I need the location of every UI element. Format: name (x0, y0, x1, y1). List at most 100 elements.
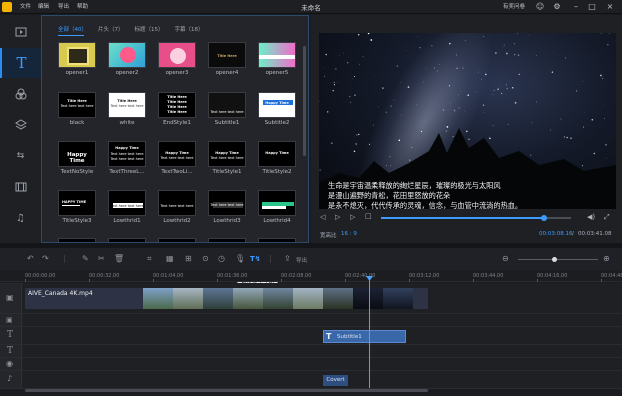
time-ruler[interactable]: 00:00:00.00 00:00:32.00 00:01:04.00 00:01:3… (0, 270, 622, 282)
sidebar-item-text[interactable]: T (0, 48, 41, 78)
sidebar-item-filters[interactable] (0, 79, 41, 109)
zoom-out-icon[interactable]: ⊖ (502, 254, 509, 263)
template-label: Subtitle2 (264, 120, 290, 126)
minimize-icon[interactable]: – (571, 1, 581, 12)
template-thumbnail: Text here text here (108, 190, 146, 216)
clip-frame (323, 288, 353, 309)
template-item-partial[interactable] (258, 238, 296, 242)
tab-openers[interactable]: 片头（7） (98, 25, 124, 33)
library-tabs: 全部（40） 片头（7） 标题（15） 字幕（18） (58, 25, 204, 36)
undo-icon[interactable]: ↶ (27, 254, 34, 263)
template-label: TitleStyle2 (262, 169, 292, 175)
account-icon[interactable]: ☺ (535, 1, 545, 12)
sidebar-item-music[interactable]: ♫ (0, 203, 41, 233)
filter-circles-icon (15, 88, 26, 100)
pip-track-icon: ▣ (6, 316, 13, 324)
template-item-partial[interactable] (58, 238, 96, 242)
library-scrollbar[interactable] (303, 46, 306, 156)
toolbar-separator-2: | (269, 254, 272, 263)
template-item-partial[interactable] (208, 238, 246, 242)
template-item[interactable]: Happy Time Text here text here TextTwoLi..… (158, 141, 196, 175)
text-track-icon: T (7, 330, 14, 340)
template-item[interactable]: Text here text here Lowthrid1 (108, 190, 146, 224)
template-item[interactable]: Happy Time Text here text here TitleStyle1 (208, 141, 246, 175)
template-item[interactable]: opener2 (108, 42, 146, 76)
zoom-slider[interactable] (518, 257, 598, 262)
sidebar-item-transitions[interactable]: ⇆ (0, 141, 41, 171)
template-item[interactable]: opener1 (58, 42, 96, 76)
template-item[interactable]: Text here text here Lowthrid3 (208, 190, 246, 224)
settings-icon[interactable]: ⚙ (552, 1, 562, 12)
clip-frame (233, 288, 263, 309)
template-item[interactable]: Title Here opener4 (208, 42, 246, 76)
split-scissors-icon[interactable]: ✂ (98, 254, 105, 263)
sidebar-item-elements[interactable] (0, 172, 41, 202)
crop-icon[interactable]: ⌗ (147, 254, 152, 264)
close-icon[interactable]: × (605, 1, 615, 12)
timeline-scrollbar[interactable] (25, 389, 428, 392)
edit-pencil-icon[interactable]: ✎ (82, 254, 89, 263)
ruler-tick (89, 279, 90, 282)
freeze-frame-icon[interactable]: ⊞ (185, 254, 192, 263)
transition-arrows-icon: ⇆ (16, 151, 25, 161)
subtitle-overlay: 生命是宇宙温柔释放的绚烂星辰，璀璨的极光与太阳风 是漫山遍野的青松，花田里怒放的… (328, 181, 522, 209)
template-item[interactable]: Happy Time TitleStyle2 (258, 141, 296, 175)
playhead-line[interactable] (369, 276, 370, 388)
template-item[interactable]: Text here text here Subtitle1 (208, 92, 246, 126)
tab-subtitles[interactable]: 字幕（18） (175, 25, 204, 33)
duration-clock-icon[interactable]: ◷ (218, 254, 225, 263)
film-icon (15, 182, 26, 192)
maximize-icon[interactable]: □ (587, 1, 597, 12)
template-item[interactable]: Happy Time TextNoStyle (58, 141, 96, 175)
template-item[interactable]: Lowthrid4 (258, 190, 296, 224)
template-thumbnail: Happy Time (58, 141, 96, 167)
mosaic-icon[interactable]: ▦ (166, 254, 174, 263)
tab-titles[interactable]: 标题（15） (135, 25, 164, 33)
survey-link[interactable]: 有奖问卷 (503, 2, 525, 10)
text-library-panel: 全部（40） 片头（7） 标题（15） 字幕（18） opener1 opener… (41, 15, 309, 243)
delete-icon[interactable]: 🗑 (114, 254, 124, 263)
microphone-icon[interactable]: 🎙 (235, 254, 245, 263)
template-item[interactable]: HAPPY TIME TitleStyle3 (58, 190, 96, 224)
video-clip[interactable]: AIVE_Canada 4K.mp4 (25, 288, 428, 309)
speed-icon[interactable]: ⊙ (202, 254, 209, 263)
playback-progress-handle[interactable] (541, 215, 548, 221)
text-interaction-icon[interactable]: T↯ (250, 255, 261, 263)
zoom-in-icon[interactable]: ⊕ (603, 254, 610, 263)
tab-all[interactable]: 全部（40） (58, 25, 87, 33)
subtitle-clip[interactable]: T Subtitle1 (323, 330, 406, 343)
cover-clip[interactable]: Covert (323, 375, 348, 386)
template-thumbnail: Text here text here (158, 190, 196, 216)
sidebar-item-overlays[interactable] (0, 110, 41, 140)
stop-icon[interactable]: □ (365, 212, 372, 220)
template-label: TextThreeL... (109, 169, 145, 175)
volume-icon[interactable]: ◀) (587, 213, 595, 221)
template-item[interactable]: opener5 (258, 42, 296, 76)
prev-frame-icon[interactable]: ◁ (320, 213, 325, 221)
template-item[interactable]: Happy Time Text here text here Text here t… (108, 141, 146, 175)
fullscreen-icon[interactable]: ⤢ (604, 213, 610, 222)
next-frame-icon[interactable]: ▷ (350, 213, 355, 221)
redo-icon[interactable]: ↷ (42, 254, 49, 263)
export-icon[interactable]: ⇪ (284, 254, 291, 263)
template-label: EndStyle1 (163, 120, 191, 126)
subtitle-clip-label: Subtitle1 (337, 334, 362, 340)
clip-frame (293, 288, 323, 309)
template-item[interactable]: Title Here Text here text here white (108, 92, 146, 126)
template-item[interactable]: opener3 (158, 42, 196, 76)
template-item[interactable]: Title Here Text here text here black (58, 92, 96, 126)
template-item-partial[interactable] (108, 238, 146, 242)
zoom-slider-handle[interactable] (552, 257, 557, 262)
template-item[interactable]: Title Here Title Here Title Here Title Here… (158, 92, 196, 126)
sidebar-item-media[interactable] (0, 17, 41, 47)
playback-progress-track[interactable] (381, 215, 571, 221)
template-label: opener1 (65, 70, 89, 76)
template-item-partial[interactable] (158, 238, 196, 242)
template-thumbnail (58, 238, 96, 242)
play-icon[interactable]: ▷ (335, 213, 340, 221)
aspect-value[interactable]: 16 : 9 (341, 231, 357, 237)
export-label[interactable]: 导出 (296, 256, 307, 264)
clip-frame (173, 288, 203, 309)
template-item[interactable]: Happy Time Subtitle2 (258, 92, 296, 126)
template-item[interactable]: Text here text here Lowthrid2 (158, 190, 196, 224)
